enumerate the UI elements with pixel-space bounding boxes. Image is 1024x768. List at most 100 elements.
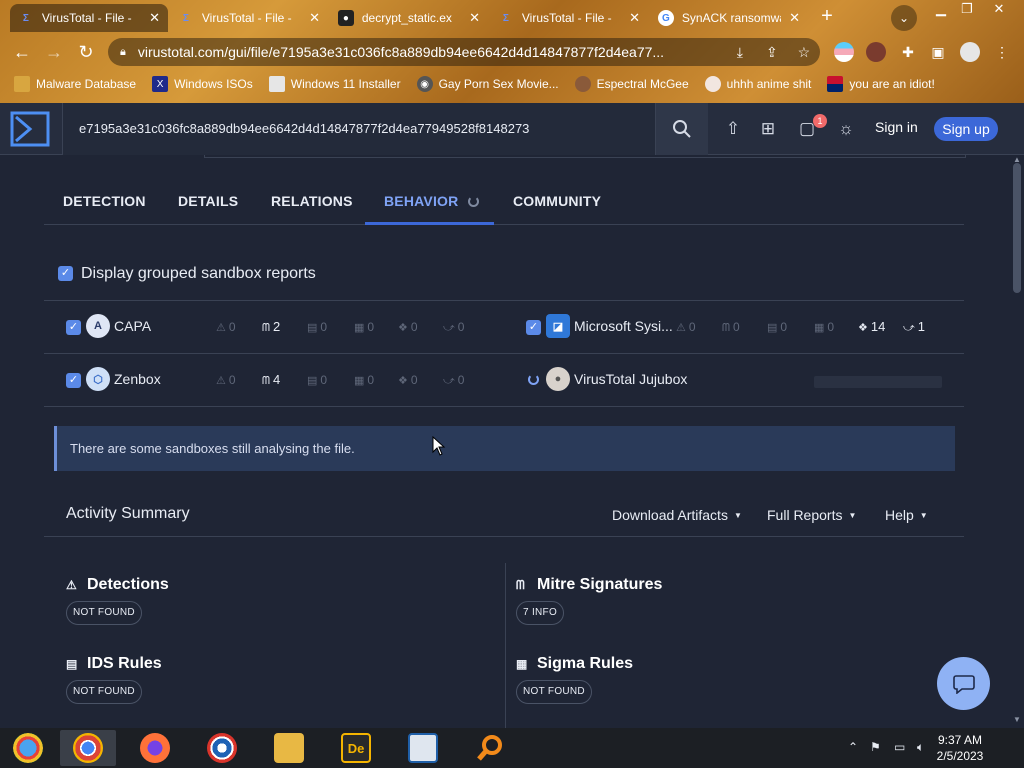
url-text[interactable]: virustotal.com/gui/file/e7195a3e31c036fc…: [138, 44, 718, 60]
sandbox-name-microsoft-sysinternals[interactable]: Microsoft Sysi...: [574, 318, 673, 334]
apps-grid-icon[interactable]: ⊞: [756, 117, 780, 141]
scroll-down-icon[interactable]: ▼: [1012, 715, 1022, 724]
taskbar-app-de[interactable]: De: [328, 730, 384, 766]
bookmark-star-icon[interactable]: ☆: [794, 44, 814, 61]
stat-value: 0: [228, 320, 236, 334]
install-app-icon[interactable]: ⤓: [730, 44, 750, 61]
stat-value: 0: [457, 373, 465, 387]
full-reports-dropdown[interactable]: Full Reports ▼: [767, 507, 856, 523]
file-hash-search-input[interactable]: e7195a3e31c036fc8a889db94ee6642d4d148478…: [62, 103, 656, 155]
windows-taskbar: De ⌃ ⚑ ▭ 🔈︎ 9:37 AM 2/5/2023: [0, 728, 1024, 768]
reload-icon[interactable]: ↻: [74, 40, 98, 64]
virustotal-logo[interactable]: [10, 111, 50, 147]
browser-tab-1[interactable]: Σ VirusTotal - File - ✕: [10, 4, 168, 32]
taskbar-app-3[interactable]: [194, 730, 250, 766]
bookmark-malware-database[interactable]: Malware Database: [14, 76, 136, 92]
trans-flag-extension-icon[interactable]: [834, 42, 854, 62]
status-badge[interactable]: 7 INFO: [516, 601, 565, 625]
menu-kebab-icon[interactable]: ⋮: [992, 42, 1012, 62]
sandbox-name-jujubox[interactable]: VirusTotal Jujubox: [574, 371, 687, 387]
ids-icon: ▤: [66, 657, 78, 671]
chevron-down-icon[interactable]: ⌄: [891, 5, 917, 31]
chat-support-button[interactable]: [937, 657, 990, 710]
side-panel-icon[interactable]: ▣: [928, 42, 948, 62]
bookmark-windows-isos[interactable]: X Windows ISOs: [152, 76, 253, 92]
bookmark-windows-11-installer[interactable]: Windows 11 Installer: [268, 76, 401, 92]
taskbar-file-explorer[interactable]: [261, 730, 317, 766]
back-icon[interactable]: ←: [10, 40, 34, 64]
bookmark-espectral-mcgee[interactable]: Espectral McGee: [574, 76, 689, 92]
sandbox-name-zenbox[interactable]: Zenbox: [114, 371, 161, 387]
section-title-text: Mitre Signatures: [537, 576, 663, 593]
flag-tray-icon[interactable]: ⚑: [870, 740, 881, 754]
stat-value: 0: [827, 320, 835, 334]
tab-community[interactable]: COMMUNITY: [513, 193, 601, 209]
bookmark-you-are-an-idiot[interactable]: you are an idiot!: [827, 76, 935, 92]
profile-avatar[interactable]: [960, 42, 980, 62]
stat-value: 0: [228, 373, 236, 387]
volume-icon[interactable]: 🔈︎: [917, 740, 924, 755]
taskbar-search[interactable]: [462, 730, 518, 766]
group-sandbox-checkbox[interactable]: ✓: [58, 266, 73, 281]
start-button[interactable]: [0, 730, 56, 766]
tab-relations[interactable]: RELATIONS: [271, 193, 353, 209]
ids-icon: ▤: [767, 322, 778, 334]
theme-sun-icon[interactable]: ☼: [834, 117, 858, 141]
zenbox-icon: ⬡: [86, 367, 110, 391]
taskbar-chrome[interactable]: [60, 730, 116, 766]
scrollbar-thumb[interactable]: [1013, 163, 1021, 293]
forward-icon[interactable]: →: [42, 40, 66, 64]
close-icon[interactable]: ✕: [149, 10, 160, 26]
caret-down-icon: ▼: [919, 511, 928, 520]
upload-icon[interactable]: ⇧: [721, 117, 745, 141]
minimize-icon[interactable]: ▁: [928, 0, 954, 18]
sandbox-checkbox-zenbox[interactable]: ✓: [66, 373, 81, 388]
page-scrollbar[interactable]: ▲ ▼: [1010, 155, 1024, 728]
virustotal-icon: Σ: [22, 12, 29, 24]
new-tab-button[interactable]: +: [815, 5, 839, 29]
tab-behavior[interactable]: BEHAVIOR: [384, 193, 480, 209]
taskbar-app-6[interactable]: [395, 730, 451, 766]
tray-expand-icon[interactable]: ⌃: [848, 740, 858, 754]
tab-detection[interactable]: DETECTION: [63, 193, 146, 209]
browser-tab-5[interactable]: G SynACK ransomwa ✕: [650, 4, 808, 32]
group-sandbox-toggle-row: ✓ Display grouped sandbox reports: [44, 253, 964, 301]
warning-icon: ⚠: [676, 322, 686, 334]
dropdown-label: Help: [885, 507, 914, 523]
sigma-stat: ▦ 0: [814, 320, 834, 334]
sandbox-checkbox-microsoft-sysinternals[interactable]: ✓: [526, 320, 541, 335]
sandbox-checkbox-capa[interactable]: ✓: [66, 320, 81, 335]
close-icon[interactable]: ✕: [309, 10, 320, 26]
taskbar-firefox[interactable]: [127, 730, 183, 766]
download-artifacts-dropdown[interactable]: Download Artifacts ▼: [612, 507, 742, 523]
capa-icon: A: [86, 314, 110, 338]
sandbox-name-capa[interactable]: CAPA: [114, 318, 151, 334]
section-title: ▤ IDS Rules: [66, 655, 162, 673]
tab-details[interactable]: DETAILS: [178, 193, 238, 209]
stat-value: 0: [320, 373, 328, 387]
browser-tab-2[interactable]: Σ VirusTotal - File - ✕: [170, 4, 328, 32]
sign-in-link[interactable]: Sign in: [875, 119, 918, 135]
clock-date: 2/5/2023: [936, 749, 984, 763]
address-bar[interactable]: 🔒︎ virustotal.com/gui/file/e7195a3e31c03…: [108, 38, 820, 66]
globe-icon: ◉: [416, 76, 433, 92]
search-icon[interactable]: [656, 103, 708, 155]
system-clock[interactable]: 9:37 AM 2/5/2023: [930, 732, 990, 764]
share-icon[interactable]: ⇪: [762, 44, 782, 61]
close-icon[interactable]: ✕: [789, 10, 800, 26]
window-close-icon[interactable]: ✕: [986, 0, 1012, 18]
bookmark-anime[interactable]: uhhh anime shit: [704, 76, 811, 92]
bookmark-4[interactable]: ◉ Gay Porn Sex Movie...: [416, 76, 559, 92]
mitre-stat: ᗰ4: [262, 372, 280, 388]
help-dropdown[interactable]: Help ▼: [885, 507, 928, 523]
close-icon[interactable]: ✕: [629, 10, 640, 26]
close-icon[interactable]: ✕: [469, 10, 480, 26]
browser-tab-3[interactable]: ● decrypt_static.ex ✕: [330, 4, 488, 32]
sign-up-button[interactable]: Sign up: [934, 117, 998, 141]
network-tray-icon[interactable]: ▭: [894, 740, 905, 754]
restore-icon[interactable]: ❐: [954, 0, 980, 18]
browser-tab-4[interactable]: Σ VirusTotal - File - ✕: [490, 4, 648, 32]
extensions-puzzle-icon[interactable]: ✚: [898, 42, 918, 62]
activity-summary-header: Activity Summary Download Artifacts ▼ Ful…: [44, 495, 964, 537]
profile-extension-icon[interactable]: [866, 42, 886, 62]
